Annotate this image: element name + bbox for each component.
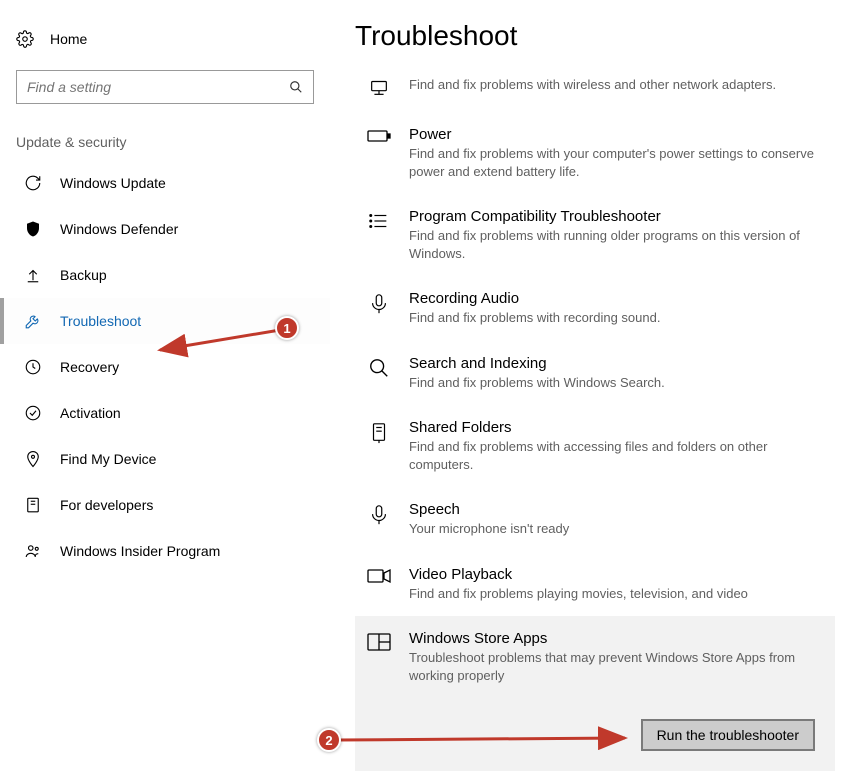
developer-icon — [24, 496, 42, 514]
sidebar-item-label: For developers — [60, 497, 153, 513]
sidebar-item-recovery[interactable]: Recovery — [0, 344, 330, 390]
battery-icon — [365, 126, 393, 180]
troubleshoot-item-title: Windows Store Apps — [409, 630, 825, 647]
page-title: Troubleshoot — [355, 20, 835, 52]
sidebar-item-label: Windows Insider Program — [60, 543, 220, 559]
sidebar-item-backup[interactable]: Backup — [0, 252, 330, 298]
sidebar-item-activation[interactable]: Activation — [0, 390, 330, 436]
troubleshoot-item-power[interactable]: Power Find and fix problems with your co… — [355, 112, 835, 194]
sidebar-item-label: Troubleshoot — [60, 313, 141, 329]
home-label: Home — [50, 31, 87, 47]
main-panel: Troubleshoot Find and fix problems with … — [355, 20, 835, 771]
gear-icon — [16, 30, 36, 48]
troubleshoot-item-desc: Find and fix problems playing movies, te… — [409, 585, 825, 603]
microphone-icon — [365, 501, 393, 538]
insider-icon — [24, 542, 42, 560]
wrench-icon — [24, 312, 42, 330]
sidebar-item-label: Windows Update — [60, 175, 166, 191]
sidebar-item-label: Activation — [60, 405, 121, 421]
sidebar-item-label: Recovery — [60, 359, 119, 375]
troubleshoot-item-title: Speech — [409, 501, 825, 518]
troubleshoot-item-desc: Find and fix problems with running older… — [409, 227, 825, 262]
troubleshoot-item-title: Program Compatibility Troubleshooter — [409, 208, 825, 225]
sidebar-item-windows-insider[interactable]: Windows Insider Program — [0, 528, 330, 574]
network-icon — [365, 74, 393, 98]
shield-icon — [24, 220, 42, 238]
troubleshoot-item-recording-audio[interactable]: Recording Audio Find and fix problems wi… — [355, 276, 835, 341]
troubleshoot-item-title: Recording Audio — [409, 290, 825, 307]
list-icon — [365, 208, 393, 262]
troubleshoot-item-desc: Your microphone isn't ready — [409, 520, 825, 538]
run-troubleshooter-button[interactable]: Run the troubleshooter — [641, 719, 815, 751]
troubleshoot-item-desc: Find and fix problems with accessing fil… — [409, 438, 825, 473]
sidebar: Home Update & security Windows Update Wi… — [0, 0, 330, 574]
troubleshoot-item-shared-folders[interactable]: Shared Folders Find and fix problems wit… — [355, 405, 835, 487]
check-circle-icon — [24, 404, 42, 422]
magnifier-icon — [365, 355, 393, 392]
troubleshoot-item-desc: Find and fix problems with wireless and … — [409, 76, 825, 94]
apps-icon — [365, 630, 393, 684]
annotation-badge-2: 2 — [317, 728, 341, 752]
troubleshoot-item-title: Power — [409, 126, 825, 143]
sidebar-item-find-my-device[interactable]: Find My Device — [0, 436, 330, 482]
sidebar-item-windows-defender[interactable]: Windows Defender — [0, 206, 330, 252]
home-button[interactable]: Home — [0, 20, 330, 58]
troubleshoot-item-desc: Find and fix problems with recording sou… — [409, 309, 825, 327]
sidebar-item-label: Find My Device — [60, 451, 156, 467]
search-input[interactable] — [16, 70, 314, 104]
troubleshoot-item-title: Video Playback — [409, 566, 825, 583]
troubleshoot-item-windows-store-apps[interactable]: Windows Store Apps Troubleshoot problems… — [355, 616, 835, 770]
troubleshoot-item-video-playback[interactable]: Video Playback Find and fix problems pla… — [355, 552, 835, 617]
server-icon — [365, 419, 393, 473]
history-icon — [24, 358, 42, 376]
sync-icon — [24, 174, 42, 192]
troubleshoot-item-desc: Find and fix problems with Windows Searc… — [409, 374, 825, 392]
location-icon — [24, 450, 42, 468]
sidebar-item-label: Backup — [60, 267, 107, 283]
microphone-icon — [365, 290, 393, 327]
troubleshoot-item-program-compatibility[interactable]: Program Compatibility Troubleshooter Fin… — [355, 194, 835, 276]
backup-icon — [24, 266, 42, 284]
search-field[interactable] — [27, 79, 289, 95]
troubleshoot-item-desc: Find and fix problems with your computer… — [409, 145, 825, 180]
troubleshoot-item-search-indexing[interactable]: Search and Indexing Find and fix problem… — [355, 341, 835, 406]
troubleshoot-item-network-adapter[interactable]: Find and fix problems with wireless and … — [355, 60, 835, 112]
troubleshoot-item-title: Search and Indexing — [409, 355, 825, 372]
video-icon — [365, 566, 393, 603]
sidebar-item-troubleshoot[interactable]: Troubleshoot — [0, 298, 330, 344]
search-icon — [289, 80, 303, 94]
sidebar-item-for-developers[interactable]: For developers — [0, 482, 330, 528]
troubleshoot-item-speech[interactable]: Speech Your microphone isn't ready — [355, 487, 835, 552]
sidebar-item-label: Windows Defender — [60, 221, 178, 237]
section-label: Update & security — [0, 104, 330, 160]
troubleshoot-item-title: Shared Folders — [409, 419, 825, 436]
sidebar-item-windows-update[interactable]: Windows Update — [0, 160, 330, 206]
troubleshoot-item-desc: Troubleshoot problems that may prevent W… — [409, 649, 825, 684]
